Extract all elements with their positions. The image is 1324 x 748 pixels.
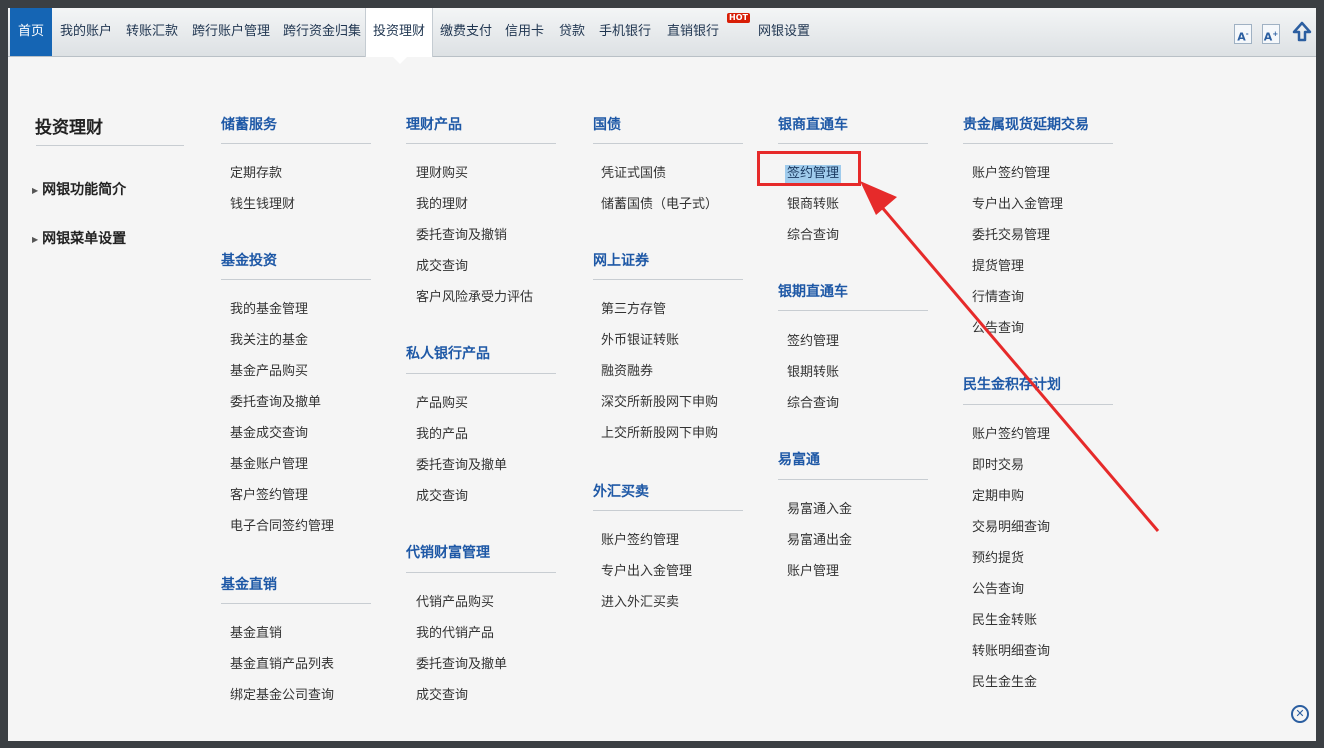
annotation-arrow — [860, 181, 1160, 532]
nav-investment[interactable]: 投资理财 — [365, 8, 433, 57]
nav-my-account[interactable]: 我的账户 — [60, 8, 112, 56]
arrow-up-icon[interactable] — [1292, 21, 1312, 42]
close-icon[interactable]: ✕ — [1291, 705, 1309, 723]
top-nav-bar: 首页 我的账户 转账汇款 跨行账户管理 跨行资金归集 投资理财 缴费支付 信用卡… — [8, 8, 1316, 57]
nav-transfer[interactable]: 转账汇款 — [126, 8, 178, 56]
font-decrease-icon[interactable]: A- — [1234, 24, 1252, 44]
font-increase-icon[interactable]: A+ — [1262, 24, 1280, 44]
nav-loan[interactable]: 贷款 — [559, 8, 585, 56]
nav-mobile-bank[interactable]: 手机银行 — [599, 8, 651, 56]
nav-direct-bank[interactable]: 直销银行 — [667, 8, 719, 56]
nav-payment[interactable]: 缴费支付 — [440, 8, 492, 56]
nav-credit-card[interactable]: 信用卡 — [505, 8, 544, 56]
nav-home[interactable]: 首页 — [10, 8, 52, 56]
nav-interbank-fund[interactable]: 跨行资金归集 — [283, 8, 361, 56]
nav-interbank-account[interactable]: 跨行账户管理 — [192, 8, 270, 56]
nav-settings[interactable]: 网银设置 — [758, 8, 810, 56]
investment-menu-panel: 投资理财 ▶ 网银功能简介 ▶ 网银菜单设置 储蓄服务 定期存款 钱生钱理财 基金投… — [8, 56, 1316, 741]
hot-badge: HOT — [727, 13, 750, 23]
